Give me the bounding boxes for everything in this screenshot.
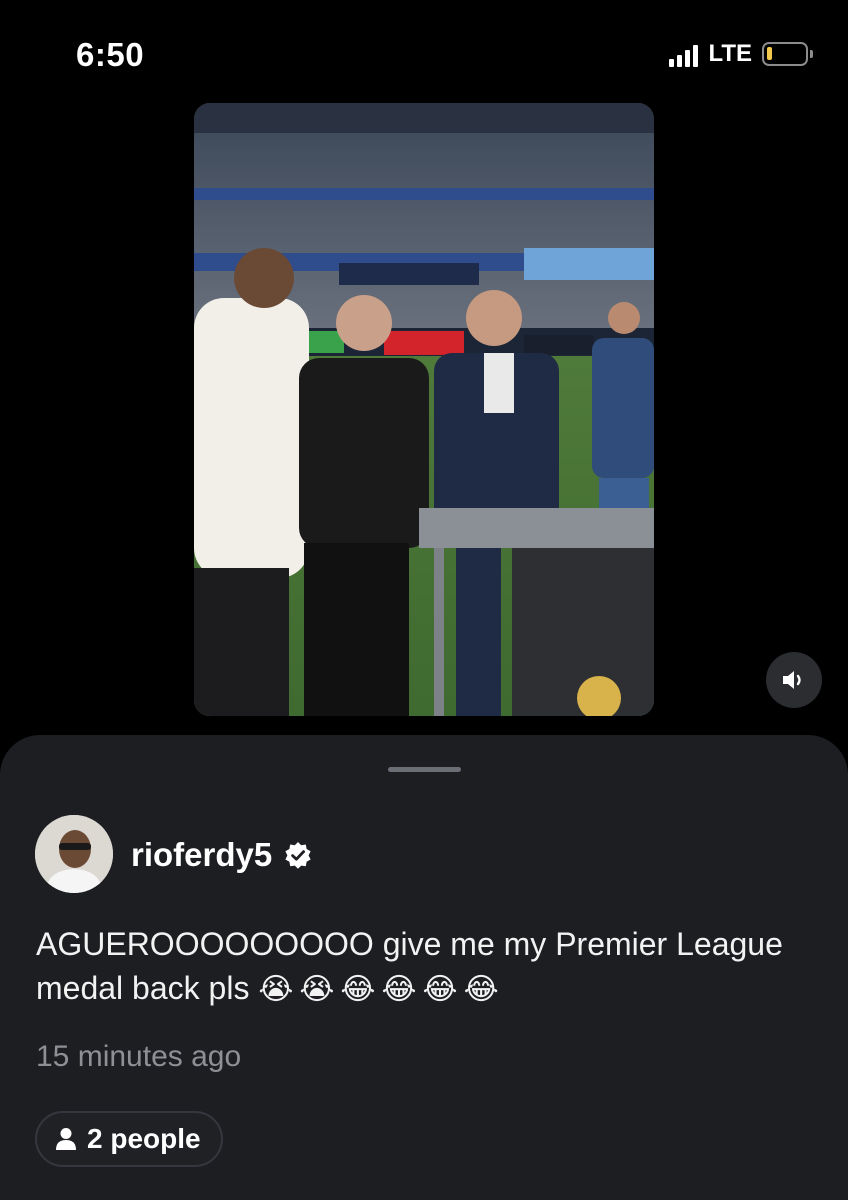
status-bar: 6:50 LTE	[0, 0, 848, 110]
avatar-image	[35, 815, 113, 893]
post-details-sheet: rioferdy5 AGUEROOOOOOOOO give me my Prem…	[0, 735, 848, 1200]
signal-icon	[669, 41, 699, 67]
caption-emojis: 😭😭😂😂😂😂	[258, 973, 505, 1006]
sound-toggle-button[interactable]	[766, 652, 822, 708]
battery-fill	[767, 47, 772, 60]
avatar[interactable]	[35, 815, 113, 893]
status-indicators: LTE	[669, 40, 813, 68]
username-row: rioferdy5	[131, 836, 312, 874]
video-player[interactable]	[194, 103, 654, 716]
person-icon	[56, 1128, 76, 1150]
sheet-drag-handle[interactable]	[388, 767, 461, 772]
post-caption: AGUEROOOOOOOOO give me my Premier League…	[36, 922, 826, 1012]
network-label: LTE	[708, 40, 752, 67]
status-time: 6:50	[76, 36, 145, 73]
video-frame	[194, 103, 654, 716]
post-timestamp: 15 minutes ago	[36, 1040, 242, 1073]
tagged-people-button[interactable]: 2 people	[35, 1111, 223, 1167]
people-count-label: 2 people	[87, 1123, 201, 1154]
username[interactable]: rioferdy5	[131, 836, 272, 874]
battery-icon	[762, 42, 813, 66]
verified-badge-icon	[285, 842, 311, 869]
speaker-icon	[783, 671, 801, 689]
